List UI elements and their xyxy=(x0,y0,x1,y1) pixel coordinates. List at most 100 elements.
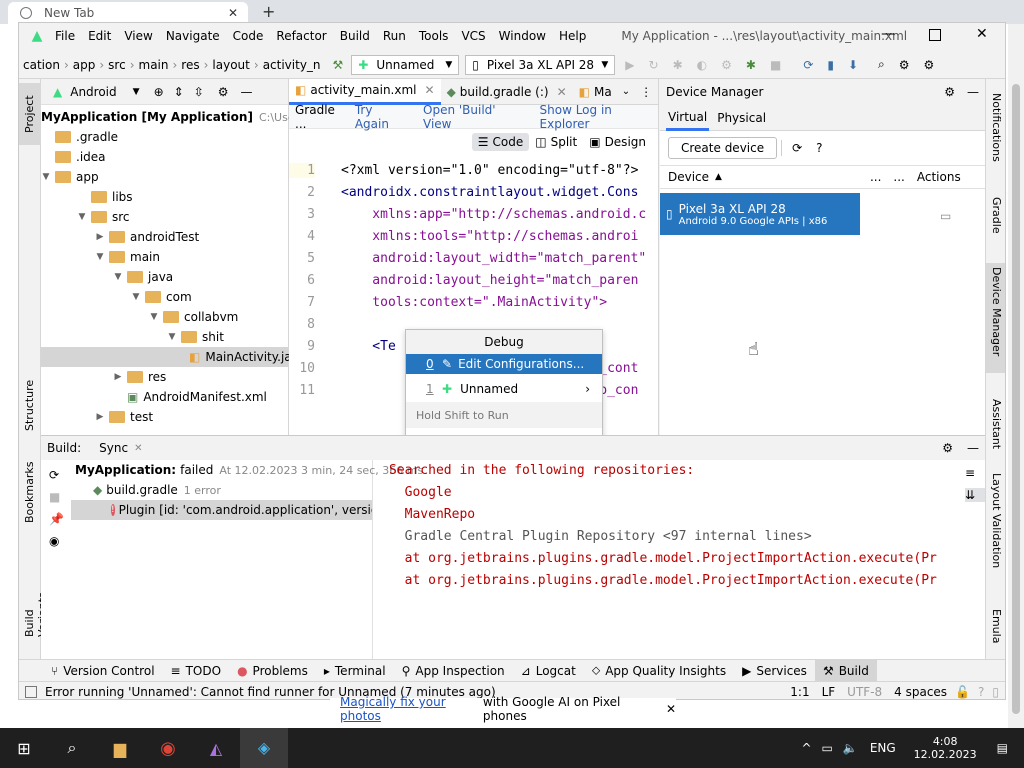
eye-icon[interactable]: ◉ xyxy=(49,534,69,548)
hide-panel-icon[interactable]: — xyxy=(241,85,253,99)
tab-virtual[interactable]: Virtual xyxy=(666,105,710,131)
menu-build[interactable]: Build xyxy=(340,29,370,43)
breadcrumb-item[interactable]: cation xyxy=(23,58,60,72)
file-explorer-icon[interactable]: ▆ xyxy=(96,739,144,758)
editor-tab-activity-main[interactable]: ◧ activity_main.xml ✕ xyxy=(289,78,441,105)
browser-scrollbar[interactable] xyxy=(1008,24,1024,730)
help-icon[interactable]: ? xyxy=(816,141,822,155)
visual-studio-icon[interactable]: ◭ xyxy=(192,739,240,758)
design-mode-button[interactable]: ▣ Design xyxy=(583,133,652,151)
device-select[interactable]: ▯ Pixel 3a XL API 28 ▼ xyxy=(465,54,616,75)
tree-item[interactable]: ▶ test xyxy=(41,407,288,427)
tab-physical[interactable]: Physical xyxy=(717,111,766,125)
editor-tab-main[interactable]: ◧ Ma xyxy=(573,79,618,105)
close-tab-icon[interactable]: ✕ xyxy=(228,6,238,20)
tool-tab-terminal[interactable]: ▸ Terminal xyxy=(316,660,394,682)
build-tree-error[interactable]: ! Plugin [id: 'com.android.application',… xyxy=(71,500,372,520)
chevron-down-icon[interactable]: ▼ xyxy=(95,252,105,262)
caret-position[interactable]: 1:1 xyxy=(790,685,809,699)
open-build-view-link[interactable]: Open 'Build' View xyxy=(423,103,522,131)
gear-icon[interactable]: ⚙ xyxy=(942,441,953,455)
gear-icon[interactable]: ⚙ xyxy=(944,85,955,99)
chevron-down-icon[interactable]: ▼ xyxy=(131,292,141,302)
maximize-button[interactable] xyxy=(929,29,941,41)
soft-wrap-icon[interactable]: ≡ xyxy=(965,466,985,480)
sync-gradle-icon[interactable]: ⟳ xyxy=(803,58,813,72)
tool-tab-services[interactable]: ▶ Services xyxy=(734,660,815,682)
tree-item[interactable]: libs xyxy=(41,187,288,207)
split-mode-button[interactable]: ◫ Split xyxy=(529,133,583,151)
hide-panel-icon[interactable]: — xyxy=(967,85,979,99)
memory-indicator-icon[interactable]: ▯ xyxy=(992,685,999,699)
chevron-down-icon[interactable]: ▼ xyxy=(41,172,51,182)
chevron-down-icon[interactable]: ▼ xyxy=(133,87,140,97)
tree-item[interactable]: ▼ com xyxy=(41,287,288,307)
popup-item-edit-configurations[interactable]: 0 ✎ Edit Configurations... xyxy=(406,354,602,374)
menu-edit[interactable]: Edit xyxy=(88,29,111,43)
android-studio-taskbar-icon[interactable]: ◈ xyxy=(240,728,288,768)
pin-icon[interactable]: 📌 xyxy=(49,512,69,526)
search-icon[interactable]: ⌕ xyxy=(878,57,885,72)
chevron-down-icon[interactable]: ▼ xyxy=(113,272,123,282)
emulator-tool-tab[interactable]: Emula xyxy=(986,609,1005,657)
chevron-down-icon[interactable]: ▼ xyxy=(149,312,159,322)
notifications-tool-tab[interactable]: Notifications xyxy=(986,93,1005,173)
network-icon[interactable]: ▭ xyxy=(822,741,833,755)
chevron-down-icon[interactable]: ▼ xyxy=(167,332,177,342)
status-toggle-icon[interactable] xyxy=(25,685,37,698)
expand-all-icon[interactable]: ⇕ xyxy=(174,85,184,99)
menu-run[interactable]: Run xyxy=(383,29,406,43)
apply-changes-icon[interactable]: ✱ xyxy=(746,58,756,72)
sdk-manager-icon[interactable]: ⬇ xyxy=(848,58,858,72)
run-config-select[interactable]: ✚ Unnamed ▼ xyxy=(351,54,460,75)
device-row[interactable]: ▯ Pixel 3a XL API 28 Android 9.0 Google … xyxy=(660,193,860,235)
try-again-link[interactable]: Try Again xyxy=(355,103,407,131)
tree-item[interactable]: ▼ shit xyxy=(41,327,288,347)
language-indicator[interactable]: ENG xyxy=(870,741,896,755)
profile-icon[interactable]: ◐ xyxy=(697,58,707,72)
menu-file[interactable]: File xyxy=(55,29,75,43)
column-device[interactable]: Device xyxy=(668,170,709,184)
menu-help[interactable]: Help xyxy=(559,29,586,43)
tree-item[interactable]: ▼ src xyxy=(41,207,288,227)
build-tree-root[interactable]: MyApplication: failed At 12.02.2023 3 mi… xyxy=(71,460,423,480)
collapse-all-icon[interactable]: ⇳ xyxy=(194,85,204,99)
scroll-to-end-icon[interactable]: ⇊ xyxy=(965,488,985,502)
tray-chevron-icon[interactable]: ^ xyxy=(801,741,811,755)
close-window-button[interactable]: ✕ xyxy=(976,26,988,42)
breadcrumb-item[interactable]: src xyxy=(108,58,126,72)
minimize-button[interactable]: — xyxy=(881,26,895,42)
refresh-icon[interactable]: ⟳ xyxy=(792,141,802,155)
tree-item[interactable]: ▣ AndroidManifest.xml xyxy=(41,387,288,407)
column-api[interactable]: ... xyxy=(870,170,881,184)
show-log-link[interactable]: Show Log in Explorer xyxy=(540,103,659,131)
code-mode-button[interactable]: ☰ Code xyxy=(471,133,530,151)
new-tab-button[interactable]: + xyxy=(262,2,275,21)
line-separator[interactable]: LF xyxy=(822,685,836,699)
tree-item[interactable]: MyApplication [My Application]C:\Users\V… xyxy=(41,107,333,127)
structure-tool-tab[interactable]: Structure xyxy=(19,371,41,443)
tree-item[interactable]: ◧ MainActivity.java xyxy=(41,347,306,367)
volume-icon[interactable]: 🔈 xyxy=(843,741,858,755)
folder-action-icon[interactable]: ▭ xyxy=(940,209,951,223)
close-banner-button[interactable]: ✕ xyxy=(666,702,676,716)
banner-link[interactable]: Magically fix your photos xyxy=(340,695,479,723)
stop-icon[interactable]: ■ xyxy=(49,490,69,504)
column-size[interactable]: ... xyxy=(893,170,904,184)
more-options-icon[interactable]: ⋮ xyxy=(640,85,652,99)
chevron-down-icon[interactable]: ▼ xyxy=(77,212,87,222)
debug-icon[interactable]: ✱ xyxy=(673,58,683,72)
device-manager-tool-tab[interactable]: Device Manager xyxy=(986,263,1005,373)
chevron-right-icon[interactable]: ▶ xyxy=(95,412,105,422)
chevron-right-icon[interactable]: ▶ xyxy=(95,232,105,242)
tree-item[interactable]: .gradle xyxy=(41,127,288,147)
create-device-button[interactable]: Create device xyxy=(668,137,778,159)
tree-item[interactable]: ▶ androidTest xyxy=(41,227,288,247)
build-variants-tool-tab[interactable]: Build Variants xyxy=(19,557,49,647)
file-encoding[interactable]: UTF-8 xyxy=(847,685,882,699)
tree-item[interactable]: ▶ res xyxy=(41,367,288,387)
assistant-tool-tab[interactable]: Assistant xyxy=(986,399,1005,459)
menu-tools[interactable]: Tools xyxy=(419,29,449,43)
hammer-icon[interactable]: ⚒ xyxy=(333,58,344,72)
hide-panel-icon[interactable]: — xyxy=(967,441,979,455)
